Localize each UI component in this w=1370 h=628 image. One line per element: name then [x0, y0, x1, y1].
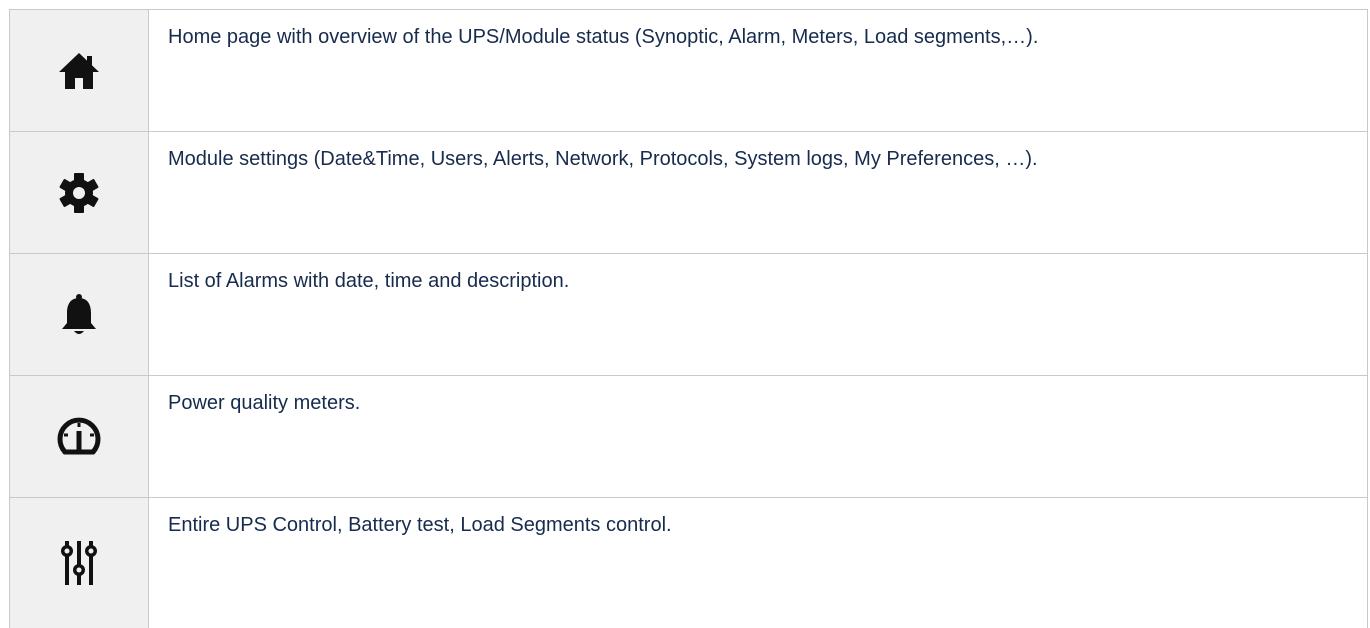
icon-cell	[10, 132, 149, 253]
gear-icon	[55, 169, 103, 217]
row-description: Entire UPS Control, Battery test, Load S…	[149, 498, 1368, 628]
table-row: Home page with overview of the UPS/Modul…	[10, 10, 1368, 132]
icon-cell	[10, 10, 149, 131]
table-row: List of Alarms with date, time and descr…	[10, 254, 1368, 376]
row-description: Power quality meters.	[149, 376, 1368, 497]
table-row: Power quality meters.	[10, 376, 1368, 498]
icon-cell	[10, 498, 149, 628]
bell-icon	[55, 291, 103, 339]
sliders-icon	[55, 539, 103, 587]
table-row: Module settings (Date&Time, Users, Alert…	[10, 132, 1368, 254]
table-row: Entire UPS Control, Battery test, Load S…	[10, 498, 1368, 628]
row-description: Module settings (Date&Time, Users, Alert…	[149, 132, 1368, 253]
icon-cell	[10, 376, 149, 497]
icon-cell	[10, 254, 149, 375]
gauge-icon	[55, 413, 103, 461]
row-description: Home page with overview of the UPS/Modul…	[149, 10, 1368, 131]
home-icon	[55, 47, 103, 95]
icon-legend-table: Home page with overview of the UPS/Modul…	[9, 9, 1368, 628]
row-description: List of Alarms with date, time and descr…	[149, 254, 1368, 375]
